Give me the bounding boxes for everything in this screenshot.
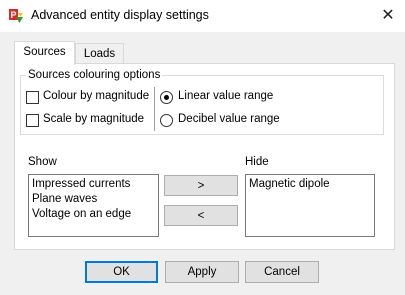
colouring-options-group — [20, 75, 384, 135]
list-item[interactable]: Impressed currents — [32, 178, 130, 190]
list-item[interactable]: Voltage on an edge — [32, 208, 131, 220]
linear-value-range-label[interactable]: Linear value range — [178, 90, 273, 102]
decibel-value-range-radio[interactable] — [160, 114, 173, 127]
tab-loads[interactable]: Loads — [75, 43, 124, 65]
list-item[interactable]: Plane waves — [32, 193, 97, 205]
decibel-value-range-label[interactable]: Decibel value range — [178, 113, 280, 125]
move-to-show-label: < — [197, 209, 205, 222]
tab-sources[interactable]: Sources — [14, 41, 75, 65]
radio-selected-dot — [164, 95, 169, 100]
scale-by-magnitude-label[interactable]: Scale by magnitude — [43, 113, 144, 125]
apply-button[interactable]: Apply — [165, 261, 239, 283]
linear-value-range-radio[interactable] — [160, 91, 173, 104]
hide-label: Hide — [245, 156, 269, 168]
show-listbox[interactable]: Impressed currents Plane waves Voltage o… — [28, 174, 159, 237]
move-to-hide-button[interactable]: > — [164, 175, 238, 196]
scale-by-magnitude-checkbox[interactable] — [26, 114, 39, 127]
ok-button-label: OK — [113, 266, 130, 278]
show-label: Show — [28, 156, 57, 168]
app-logo-icon: P — [9, 9, 23, 23]
cancel-button[interactable]: Cancel — [245, 261, 319, 283]
apply-button-label: Apply — [187, 266, 217, 278]
hide-listbox[interactable]: Magnetic dipole — [245, 174, 375, 237]
cancel-button-label: Cancel — [264, 266, 300, 278]
window-title: Advanced entity display settings — [31, 8, 209, 22]
colouring-options-legend: Sources colouring options — [26, 69, 163, 81]
ok-button[interactable]: OK — [85, 261, 158, 283]
svg-text:P: P — [11, 10, 17, 20]
tab-loads-label: Loads — [83, 48, 116, 60]
move-to-hide-label: > — [197, 179, 205, 192]
list-item[interactable]: Magnetic dipole — [249, 178, 330, 190]
close-icon[interactable]: ✕ — [376, 4, 400, 28]
group-separator — [154, 87, 155, 131]
colour-by-magnitude-checkbox[interactable] — [26, 91, 39, 104]
tab-sources-label: Sources — [23, 46, 66, 58]
move-to-show-button[interactable]: < — [164, 205, 238, 226]
colour-by-magnitude-label[interactable]: Colour by magnitude — [43, 90, 149, 102]
